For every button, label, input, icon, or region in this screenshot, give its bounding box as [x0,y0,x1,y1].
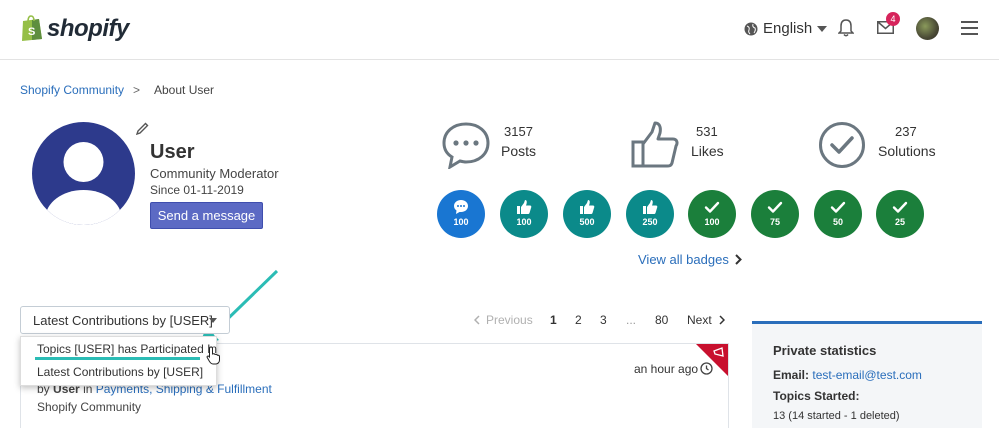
top-header: S shopify English 4 [0,0,999,60]
hand-pointer-cursor-icon [206,346,222,370]
notification-count-badge: 4 [886,12,900,26]
badge-value: 250 [642,217,658,227]
thumbs-up-icon [517,200,532,214]
profile-name: User [150,141,195,163]
checkmark-icon [704,201,720,213]
checkmark-circle-icon [818,121,866,174]
private-statistics-panel: Private statistics Email: test-email@tes… [752,321,982,428]
pagination-page-2[interactable]: 2 [575,313,582,327]
clock-icon [700,362,713,380]
view-all-badges-label: View all badges [638,252,729,267]
solutions-count: 237 [895,124,917,139]
badge-likes-500[interactable]: 500 [563,190,611,238]
pagination-page-80[interactable]: 80 [655,313,668,327]
topics-started-label: Topics Started: [773,389,860,403]
topics-started-value: 13 (14 started - 1 deleted) [773,410,900,422]
option-label: Topics [USER] has Participated In [37,342,218,356]
post-time: an hour ago [634,362,699,376]
dropdown-option-topics-participated[interactable]: Topics [USER] has Participated In [21,337,218,360]
email-row: Email: test-email@test.com [773,368,922,382]
badge-solutions-75[interactable]: 75 [751,190,799,238]
posts-count: 3157 [504,124,533,139]
post-community: Shopify Community [37,400,142,414]
breadcrumb-separator: > [133,83,141,97]
shopify-logo-text[interactable]: shopify [47,15,129,43]
breadcrumb-current: About User [154,83,215,97]
badge-posts-100[interactable]: 100 [437,190,485,238]
hamburger-menu-icon[interactable] [961,21,978,40]
chevron-right-icon [719,315,725,325]
user-avatar[interactable] [916,17,939,40]
send-message-button[interactable]: Send a message [150,202,263,229]
bell-icon[interactable] [837,19,855,42]
badge-solutions-100[interactable]: 100 [688,190,736,238]
solutions-label: Solutions [878,143,936,159]
contributions-dropdown-menu: Topics [USER] has Participated In Latest… [20,336,217,386]
svg-text:S: S [28,26,35,38]
previous-label: Previous [486,313,533,327]
pagination-next[interactable]: Next [687,313,725,327]
select-value: Latest Contributions by [USER] [33,313,213,328]
view-all-badges-link[interactable]: View all badges [638,252,742,267]
shopify-bag-icon[interactable]: S [20,14,44,42]
globe-icon [744,22,758,35]
pagination-page-1[interactable]: 1 [550,313,557,327]
breadcrumb-root-link[interactable]: Shopify Community [20,83,124,97]
option-label: Latest Contributions by [USER] [37,365,204,379]
badge-value: 100 [453,217,469,227]
profile-avatar [32,122,135,225]
likes-count: 531 [696,124,718,139]
pagination-ellipsis: ... [626,313,637,327]
chevron-left-icon [473,315,480,325]
pagination-page-3[interactable]: 3 [600,313,607,327]
chevron-right-icon [735,254,742,265]
language-label: English [763,20,813,37]
posts-label: Posts [501,143,537,159]
checkmark-icon [830,201,846,213]
badge-value: 100 [516,217,532,227]
likes-label: Likes [691,143,724,159]
private-stats-title: Private statistics [773,343,877,358]
page: { "header": { "logo_text": "shopify", "l… [0,0,999,428]
caret-down-icon [209,318,217,323]
option-highlight-underline [35,357,200,360]
thumbs-up-icon [580,200,595,214]
profile-role: Community Moderator [150,166,279,181]
edit-pencil-icon[interactable] [135,122,149,140]
email-label: Email: [773,368,810,382]
badge-value: 50 [832,217,843,227]
contributions-filter-select[interactable]: Latest Contributions by [USER] [20,306,230,334]
badge-likes-250[interactable]: 250 [626,190,674,238]
dropdown-option-latest-contributions[interactable]: Latest Contributions by [USER] [21,360,216,383]
badge-likes-100[interactable]: 100 [500,190,548,238]
member-since: Since 01-11-2019 [150,183,244,197]
badge-value: 25 [894,217,905,227]
checkmark-icon [892,201,908,213]
pagination-previous[interactable]: Previous [473,313,533,327]
badge-value: 500 [579,217,595,227]
badge-value: 100 [704,217,720,227]
badge-value: 75 [769,217,780,227]
language-selector[interactable]: English [744,20,828,37]
speech-bubble-icon [454,200,468,214]
checkmark-icon [767,201,783,213]
email-link[interactable]: test-email@test.com [812,368,922,382]
badge-solutions-50[interactable]: 50 [814,190,862,238]
badge-solutions-25[interactable]: 25 [876,190,924,238]
chevron-down-icon [817,25,828,32]
next-label: Next [687,313,712,327]
speech-bubble-icon [441,121,491,174]
thumbs-up-icon [643,200,658,214]
thumbs-up-icon [630,120,680,175]
